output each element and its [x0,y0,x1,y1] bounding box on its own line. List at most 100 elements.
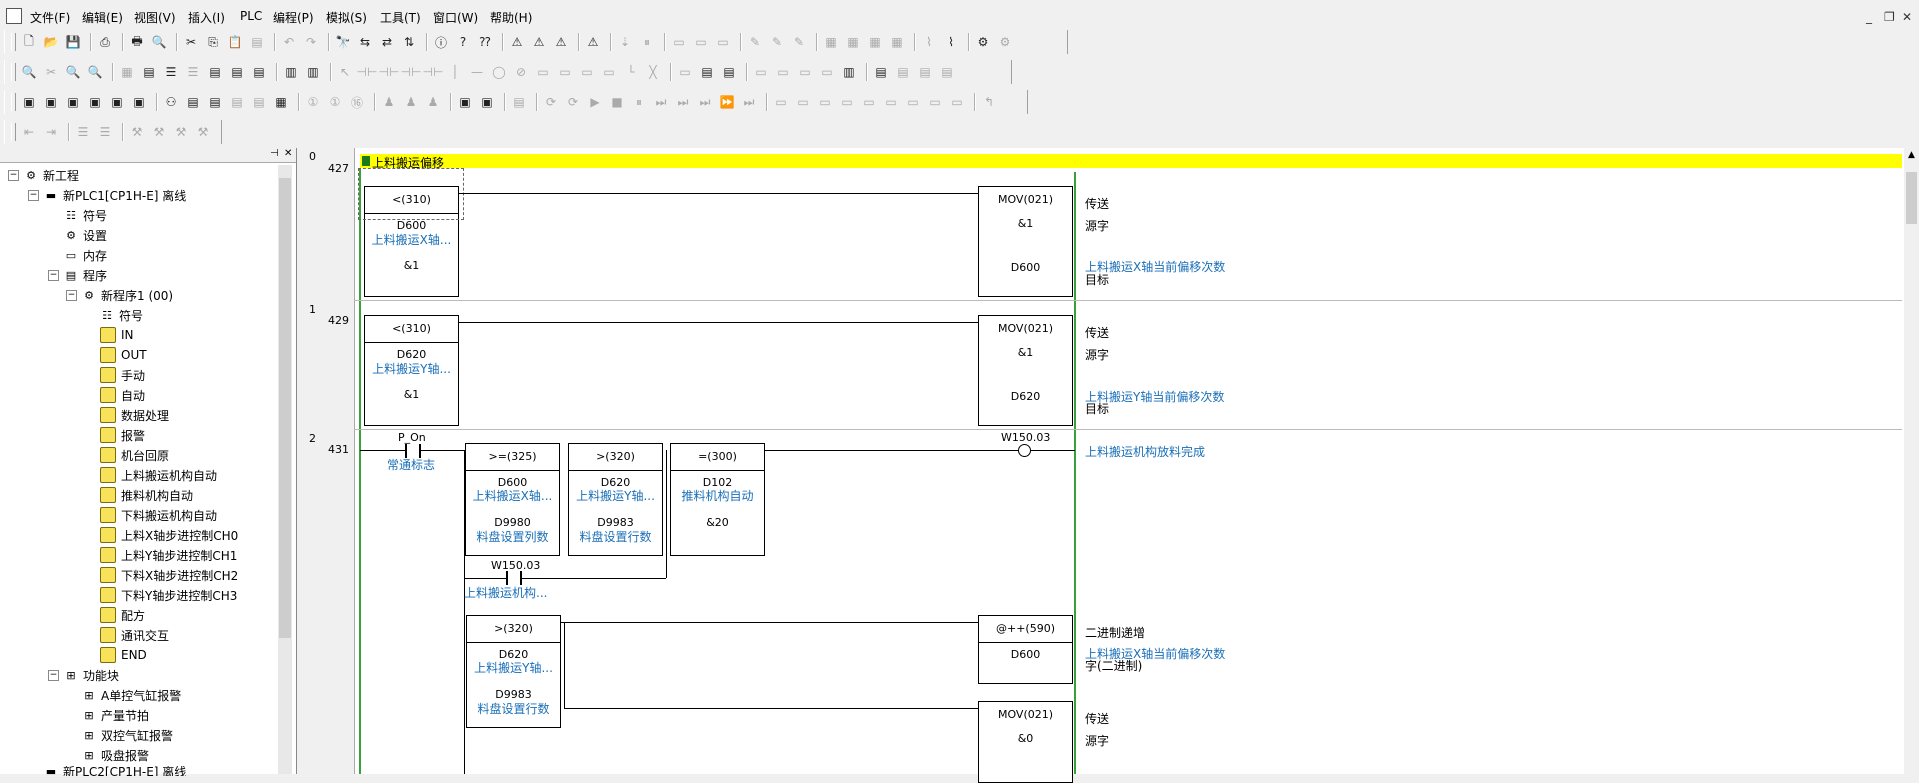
bp4-icon[interactable]: ▭ [838,93,856,111]
warning-search-icon[interactable]: ⚠ [552,33,570,51]
copy-icon[interactable]: ⎘ [204,33,222,51]
menu-simulate[interactable]: 模拟(S) [326,9,367,26]
tree-function-blocks[interactable]: − ⊞ 功能块 [48,666,119,684]
nc-contact-icon[interactable]: ⊣⊢ [379,63,400,81]
collapse-icon[interactable]: − [28,189,39,201]
bp8-icon[interactable]: ▭ [926,93,944,111]
st-icon[interactable]: ▤ [720,63,738,81]
properties-icon[interactable]: ▣ [108,93,126,111]
device-icon[interactable]: ▤ [206,93,224,111]
fb-icon[interactable]: ▤ [698,63,716,81]
force2-icon[interactable]: ▭ [818,63,836,81]
bp-icon[interactable]: ▭ [772,93,790,111]
tree-section[interactable]: 手动 [100,366,145,384]
step-icon[interactable]: ⏭ [652,93,670,111]
open-folder-icon[interactable]: 📂 [42,33,60,51]
tree-section[interactable]: 下料X轴步进控制CH2 [100,566,238,584]
branch-contact[interactable] [506,571,522,585]
zoom-in-icon[interactable]: 🔍 [64,63,82,81]
pause-sim-icon[interactable]: ⏸ [630,93,648,111]
zoom-out-icon[interactable]: 🔍 [20,63,38,81]
compare-block[interactable]: >=(325) D600 上料搬运X轴... D9980 料盘设置列数 [465,443,560,556]
table-icon[interactable]: ▦ [272,93,290,111]
redo-icon[interactable]: ↷ [302,33,320,51]
tree-plc2[interactable]: +▬新PLC2[CP1H-E] 离线 [44,766,187,776]
tree-program1[interactable]: − ⚙ 新程序1 (00) [66,286,173,304]
preview-icon[interactable]: 🔍 [150,33,168,51]
tree-section[interactable]: 自动 [100,386,145,404]
watch2-icon[interactable]: ▤ [894,63,912,81]
menu-plc[interactable]: PLC [240,9,262,23]
online-edit-send-icon[interactable]: ✎ [768,33,786,51]
tree-section[interactable]: 下料Y轴步进控制CH3 [100,586,237,604]
address-ref-icon[interactable]: ⇅ [400,33,418,51]
undo-icon[interactable]: ↶ [280,33,298,51]
device2-icon[interactable]: ▤ [228,93,246,111]
tree-section[interactable]: 上料X轴步进控制CH0 [100,526,238,544]
close-pane-icon[interactable]: ✕ [284,148,292,159]
verify-icon[interactable]: ▭ [714,33,732,51]
tree-section[interactable]: 下料搬运机构自动 [100,506,217,524]
menu-tools[interactable]: 工具(T) [380,9,421,26]
tree-fb[interactable]: ⊞ A单控气缸报警 [82,686,181,704]
run-mode-icon[interactable]: ▣ [456,93,474,111]
tree-fb[interactable]: ⊞ 产量节拍 [82,706,149,724]
tree-section[interactable]: 报警 [100,426,145,444]
tree-section[interactable]: 上料搬运机构自动 [100,466,217,484]
online-edit-cancel-icon[interactable]: ✎ [790,33,808,51]
tree-memory[interactable]: ▭ 内存 [64,246,107,264]
delete-icon[interactable]: ▤ [248,33,266,51]
list2-icon[interactable]: ☰ [184,63,202,81]
menu-edit[interactable]: 编辑(E) [82,9,123,26]
find-icon[interactable]: 🔭 [334,33,352,51]
hline-icon[interactable]: — [468,63,486,81]
transfer-to-plc-icon[interactable]: ▤ [510,93,528,111]
output-coil[interactable] [1018,444,1031,457]
timechart-icon[interactable]: ⌇ [942,33,960,51]
bulb3-icon[interactable]: ♟ [424,93,442,111]
stop-icon[interactable]: ■ [608,93,626,111]
outdent-icon[interactable]: ⇥ [42,123,60,141]
tree-symbols[interactable]: ☷ 符号 [64,206,107,224]
tree-fb[interactable]: ⊞ 吸盘报警 [82,746,149,764]
align2-icon[interactable]: ☰ [96,123,114,141]
tree-section[interactable]: IN [100,326,134,344]
section-icon[interactable]: ▤ [206,63,224,81]
tree-section[interactable]: 配方 [100,606,145,624]
select-icon[interactable]: ↖ [336,63,354,81]
zoom-tool-icon[interactable]: ✂ [42,63,60,81]
menu-help[interactable]: 帮助(H) [490,9,532,26]
address-icon[interactable]: ▣ [86,93,104,111]
indent-icon[interactable]: ⇤ [20,123,38,141]
ladder-scroll-thumb[interactable] [1906,172,1917,224]
tree-scroll-thumb[interactable] [279,178,291,638]
restore-icon[interactable]: ❐ [1884,10,1895,24]
warning-step-icon[interactable]: ⚠ [530,33,548,51]
tree-section[interactable]: 推料机构自动 [100,486,193,504]
paste-icon[interactable]: 📋 [226,33,244,51]
pin-icon[interactable]: ⊣ [270,148,279,159]
print-icon[interactable]: 🖶 [128,33,146,51]
new-file-icon[interactable]: 🗋 [20,33,38,51]
list-icon[interactable]: ☰ [162,63,180,81]
compare-icon[interactable]: ▭ [670,33,688,51]
print-preview-icon[interactable]: ⎙ [96,33,114,51]
tool4-icon[interactable]: ⚒ [194,123,212,141]
align-icon[interactable]: ☰ [74,123,92,141]
sim-step-icon[interactable]: ⟳ [542,93,560,111]
grid-icon[interactable]: ▦ [118,63,136,81]
menu-program[interactable]: 编程(P) [273,9,314,26]
compare-block[interactable]: <(310) D620 上料搬运Y轴... &1 [364,315,459,426]
tree-section[interactable]: 机台回原 [100,446,169,464]
tree-section[interactable]: 数据处理 [100,406,169,424]
differential-icon[interactable]: ⌇ [920,33,938,51]
bp2-icon[interactable]: ▭ [794,93,812,111]
play-icon[interactable]: ▶ [586,93,604,111]
tool2-icon[interactable]: ⚒ [150,123,168,141]
ladder-scrollbar[interactable] [1904,148,1919,774]
transfer-icon[interactable]: ▭ [692,33,710,51]
bp3-icon[interactable]: ▭ [816,93,834,111]
output-icon[interactable]: ▣ [42,93,60,111]
line-delete-icon[interactable]: ╳ [644,63,662,81]
or-nc-contact-icon[interactable]: ⊣⊢ [423,63,444,81]
